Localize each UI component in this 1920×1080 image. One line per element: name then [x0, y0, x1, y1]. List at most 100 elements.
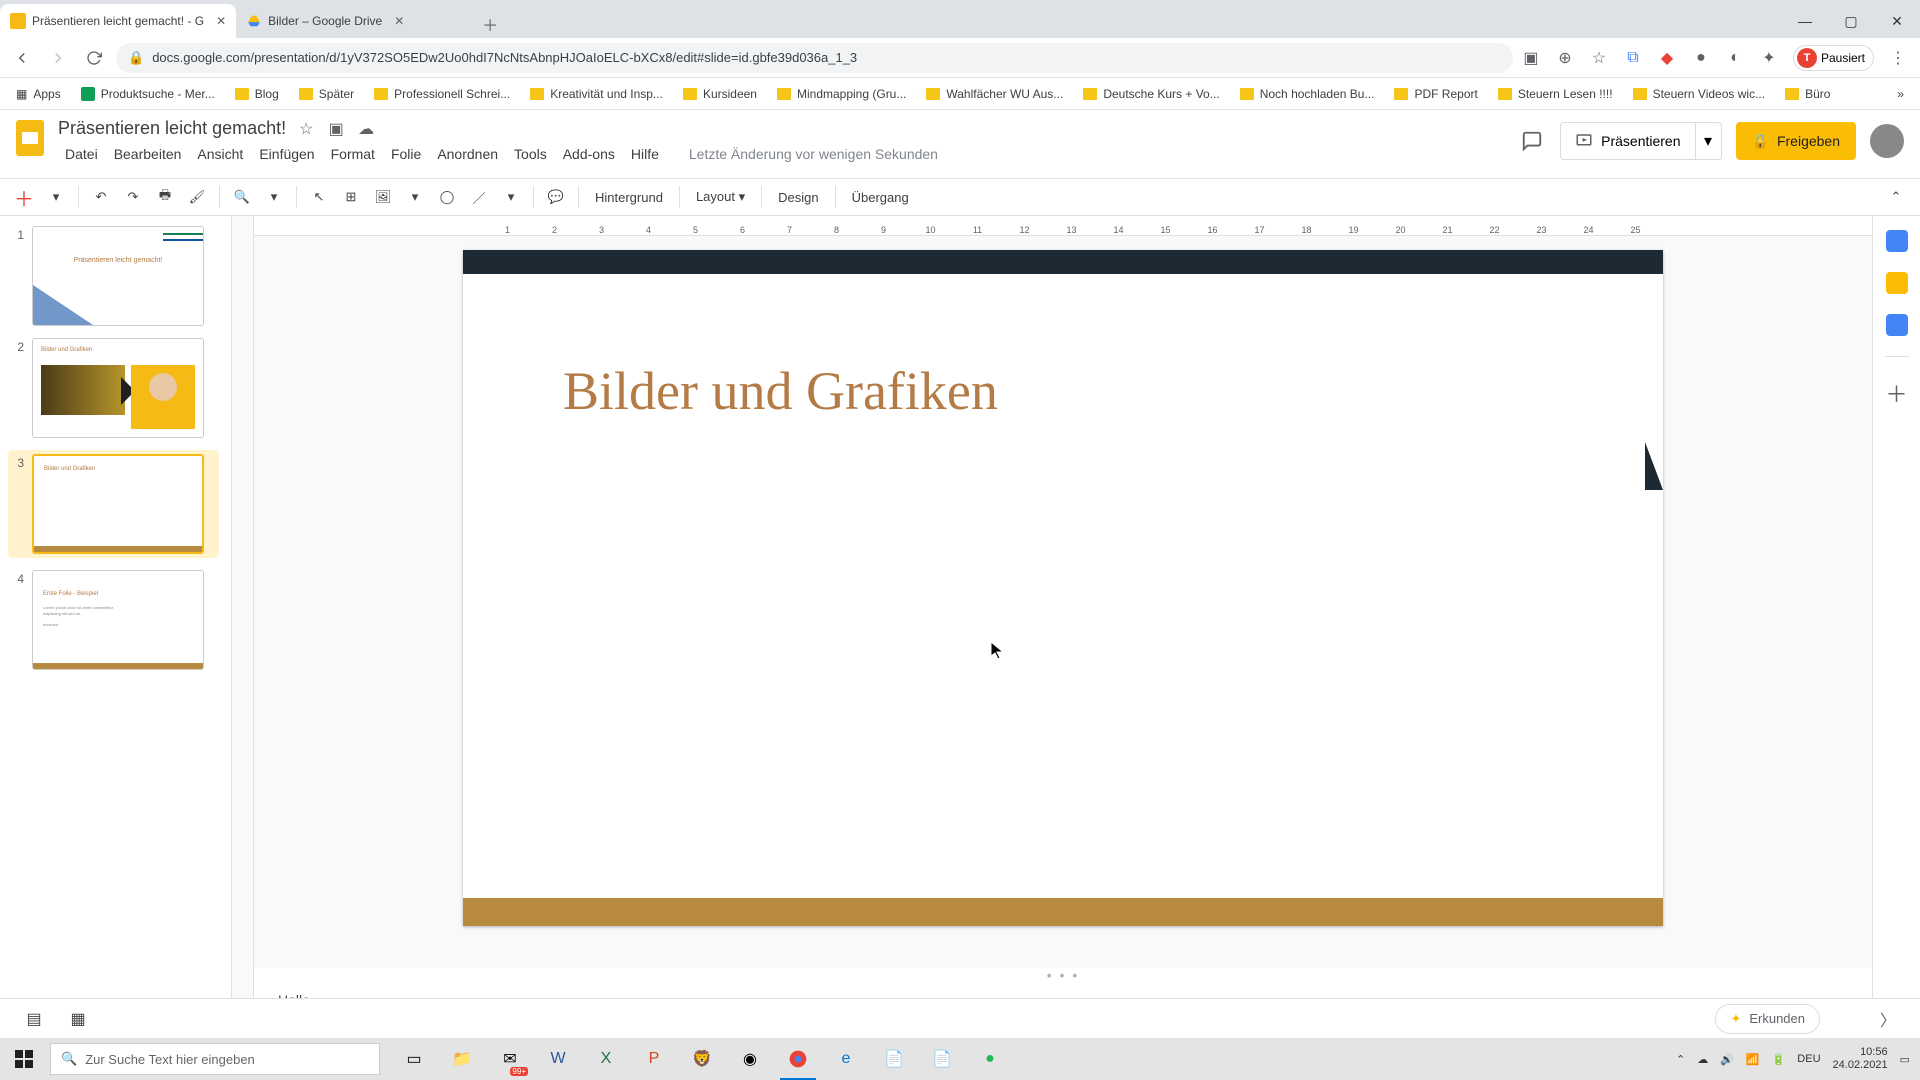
word-app[interactable]: W: [536, 1038, 580, 1080]
task-view-button[interactable]: ▭: [392, 1038, 436, 1080]
present-dropdown[interactable]: ▾: [1695, 123, 1721, 159]
bookmark-item[interactable]: Blog: [227, 83, 287, 105]
shape-tool[interactable]: ◯: [433, 183, 461, 211]
notepad-app[interactable]: 📄: [872, 1038, 916, 1080]
notes-resize-handle[interactable]: • • •: [254, 968, 1872, 982]
account-avatar[interactable]: [1870, 124, 1904, 158]
slide-thumbnail-selected[interactable]: Bilder und Grafiken: [32, 454, 204, 554]
mail-app[interactable]: ✉99+: [488, 1038, 532, 1080]
new-slide-dropdown[interactable]: ▾: [42, 183, 70, 211]
chrome-app[interactable]: [776, 1038, 820, 1080]
line-dropdown[interactable]: ▾: [497, 183, 525, 211]
menu-format[interactable]: Format: [324, 142, 382, 166]
filmstrip-view-button[interactable]: ▤: [16, 1005, 52, 1033]
address-bar[interactable]: 🔒 docs.google.com/presentation/d/1yV372S…: [116, 43, 1513, 73]
start-button[interactable]: [0, 1038, 48, 1080]
slide-heading[interactable]: Bilder und Grafiken: [563, 360, 998, 422]
get-addons-button[interactable]: ＋: [1885, 377, 1907, 409]
battery-icon[interactable]: 🔋: [1772, 1053, 1786, 1066]
slide-canvas[interactable]: Bilder und Grafiken: [463, 250, 1663, 926]
brave-app[interactable]: 🦁: [680, 1038, 724, 1080]
calendar-addon-icon[interactable]: [1886, 230, 1908, 252]
move-doc-icon[interactable]: ▣: [326, 119, 346, 139]
star-icon[interactable]: ☆: [1589, 48, 1609, 68]
comments-icon[interactable]: [1518, 127, 1546, 155]
zoom-button[interactable]: 🔍: [228, 183, 256, 211]
menu-bearbeiten[interactable]: Bearbeiten: [107, 142, 189, 166]
slide-thumbnail[interactable]: Präsentieren leicht gemacht!: [32, 226, 204, 326]
spotify-app[interactable]: ●: [968, 1038, 1012, 1080]
excel-app[interactable]: X: [584, 1038, 628, 1080]
bookmark-item[interactable]: Mindmapping (Gru...: [769, 83, 914, 105]
new-slide-button[interactable]: ＋: [10, 183, 38, 211]
slide-thumbnail[interactable]: Bilder und Grafiken: [32, 338, 204, 438]
menu-einfuegen[interactable]: Einfügen: [252, 142, 321, 166]
notepad2-app[interactable]: 📄: [920, 1038, 964, 1080]
cloud-status-icon[interactable]: ☁: [356, 119, 376, 139]
windows-search[interactable]: 🔍Zur Suche Text hier eingeben: [50, 1043, 380, 1075]
edge-app[interactable]: e: [824, 1038, 868, 1080]
present-button[interactable]: Präsentieren: [1561, 123, 1694, 159]
bookmark-item[interactable]: Kursideen: [675, 83, 765, 105]
onedrive-icon[interactable]: ☁: [1697, 1053, 1708, 1066]
minimize-button[interactable]: —: [1782, 4, 1828, 38]
explorer-app[interactable]: 📁: [440, 1038, 484, 1080]
bookmark-item[interactable]: Später: [291, 83, 362, 105]
close-tab-icon[interactable]: ✕: [216, 14, 226, 28]
close-tab-icon[interactable]: ✕: [394, 14, 404, 28]
clock[interactable]: 10:5624.02.2021: [1833, 1046, 1888, 1072]
network-icon[interactable]: 📶: [1746, 1053, 1760, 1066]
profile-button[interactable]: T Pausiert: [1793, 45, 1874, 71]
last-edit-label[interactable]: Letzte Änderung vor wenigen Sekunden: [682, 142, 945, 166]
bookmark-item[interactable]: Steuern Videos wic...: [1625, 83, 1774, 105]
powerpoint-app[interactable]: P: [632, 1038, 676, 1080]
menu-ansicht[interactable]: Ansicht: [190, 142, 250, 166]
collapse-toolbar-button[interactable]: ⌃: [1882, 183, 1910, 211]
bookmark-item[interactable]: PDF Report: [1386, 83, 1485, 105]
language-indicator[interactable]: DEU: [1797, 1053, 1820, 1065]
expand-panel-button[interactable]: 〉: [1880, 1007, 1904, 1031]
doc-title[interactable]: Präsentieren leicht gemacht!: [58, 118, 286, 139]
new-tab-button[interactable]: ＋: [476, 10, 504, 38]
bookmark-item[interactable]: Professionell Schrei...: [366, 83, 518, 105]
bookmark-item[interactable]: Steuern Lesen !!!!: [1490, 83, 1621, 105]
textbox-tool[interactable]: ⊞: [337, 183, 365, 211]
image-dropdown[interactable]: ▾: [401, 183, 429, 211]
apps-button[interactable]: ▦Apps: [8, 83, 69, 105]
notifications-icon[interactable]: ▭: [1900, 1053, 1910, 1066]
zoom-icon[interactable]: ⊕: [1555, 48, 1575, 68]
forward-button[interactable]: [44, 44, 72, 72]
tray-chevron-icon[interactable]: ⌃: [1676, 1053, 1685, 1066]
menu-hilfe[interactable]: Hilfe: [624, 142, 666, 166]
obs-app[interactable]: ◉: [728, 1038, 772, 1080]
menu-icon[interactable]: ⋮: [1888, 48, 1908, 68]
bookmark-overflow[interactable]: »: [1889, 83, 1912, 105]
bookmark-item[interactable]: Produktsuche - Mer...: [73, 83, 223, 105]
select-tool[interactable]: ↖: [305, 183, 333, 211]
bookmark-item[interactable]: Büro: [1777, 83, 1838, 105]
bookmark-item[interactable]: Noch hochladen Bu...: [1232, 83, 1383, 105]
menu-addons[interactable]: Add-ons: [556, 142, 622, 166]
extensions-icon[interactable]: ✦: [1759, 48, 1779, 68]
grid-view-button[interactable]: ▦: [60, 1005, 96, 1033]
menu-datei[interactable]: Datei: [58, 142, 105, 166]
bookmark-item[interactable]: Deutsche Kurs + Vo...: [1075, 83, 1227, 105]
layout-button[interactable]: Layout ▾: [688, 189, 753, 205]
theme-button[interactable]: Design: [770, 190, 826, 205]
browser-tab-active[interactable]: Präsentieren leicht gemacht! - G ✕: [0, 4, 236, 38]
menu-anordnen[interactable]: Anordnen: [430, 142, 505, 166]
menu-folie[interactable]: Folie: [384, 142, 428, 166]
reload-button[interactable]: [80, 44, 108, 72]
maximize-button[interactable]: ▢: [1828, 4, 1874, 38]
bookmark-item[interactable]: Kreativität und Insp...: [522, 83, 671, 105]
image-tool[interactable]: 🖼: [369, 183, 397, 211]
paint-format-button[interactable]: 🖌: [183, 183, 211, 211]
menu-tools[interactable]: Tools: [507, 142, 554, 166]
qr-icon[interactable]: ⧉: [1623, 48, 1643, 68]
browser-tab[interactable]: Bilder – Google Drive ✕: [236, 4, 476, 38]
slides-logo[interactable]: [10, 118, 50, 158]
slide-thumbnail[interactable]: Erste Folie - BeispielLorem ipsum dolor …: [32, 570, 204, 670]
ext1-icon[interactable]: ◆: [1657, 48, 1677, 68]
star-doc-icon[interactable]: ☆: [296, 119, 316, 139]
explore-button[interactable]: ✦Erkunden: [1715, 1004, 1820, 1034]
